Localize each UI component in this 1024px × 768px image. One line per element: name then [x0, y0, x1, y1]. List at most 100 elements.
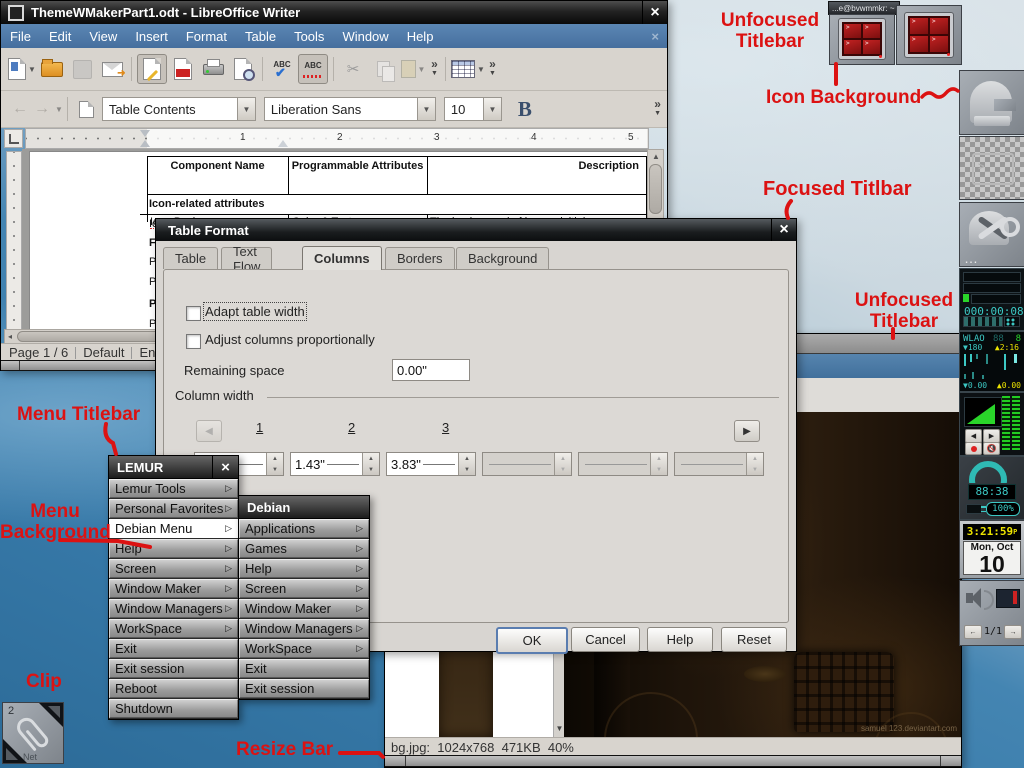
writer-titlebar[interactable]: ThemeWMakerPart1.odt - LibreOffice Write…: [1, 1, 667, 24]
insert-table-icon[interactable]: ▼: [451, 55, 485, 83]
remaining-space-field[interactable]: 0.00": [392, 359, 470, 381]
tab-text-flow[interactable]: Text Flow: [221, 247, 272, 269]
menu-tools[interactable]: Tools: [285, 29, 333, 44]
print-preview-icon[interactable]: [229, 55, 257, 83]
dialog-close-button[interactable]: ×: [771, 219, 796, 241]
mixer-prev-button[interactable]: ◀: [965, 429, 982, 443]
indent-marker-bottom[interactable]: [140, 140, 150, 147]
edit-file-icon[interactable]: [137, 54, 167, 84]
spin-down-icon[interactable]: ▼: [363, 464, 379, 475]
toolbar-overflow-button[interactable]: »▼: [654, 100, 661, 118]
lemur-item-help[interactable]: Help▷: [109, 539, 238, 559]
dialog-focused-titlebar[interactable]: Table Format ×: [156, 219, 796, 241]
spin-up-icon[interactable]: ▲: [267, 453, 283, 464]
menu-file[interactable]: File: [1, 29, 40, 44]
status-page-style[interactable]: Default: [83, 345, 124, 360]
debian-item-workspace[interactable]: WorkSpace▷: [239, 639, 369, 659]
workspace-prev-button[interactable]: ←: [964, 625, 982, 639]
debian-item-screen[interactable]: Screen▷: [239, 579, 369, 599]
paste-icon[interactable]: ▼: [399, 55, 427, 83]
mixer-volume-wedge[interactable]: [964, 397, 1002, 427]
debian-item-help[interactable]: Help▷: [239, 559, 369, 579]
debian-item-exit-session[interactable]: Exit session: [239, 679, 369, 699]
cut-icon[interactable]: ✂: [339, 55, 367, 83]
menu-help[interactable]: Help: [398, 29, 443, 44]
lemur-item-screen[interactable]: Screen▷: [109, 559, 238, 579]
dock-gnustep-icon[interactable]: [959, 70, 1024, 135]
workspace-clip[interactable]: 2 Net: [2, 702, 64, 764]
spin-up-icon[interactable]: ▲: [459, 453, 475, 464]
menu-window[interactable]: Window: [333, 29, 397, 44]
dock-gauge-dockapp[interactable]: 88:38 100%: [959, 456, 1024, 520]
columns-scroll-left-button[interactable]: ◀: [196, 420, 222, 442]
horizontal-ruler[interactable]: 1 2 3 4 5: [25, 128, 649, 149]
save-icon[interactable]: [68, 55, 96, 83]
dock-speaker-pager-dockapp[interactable]: ← 1/1 →: [959, 580, 1024, 646]
debian-item-applications[interactable]: Applications▷: [239, 519, 369, 539]
dock-clock-dockapp[interactable]: 3:21:59P Mon, Oct 10: [959, 520, 1024, 579]
spin-value[interactable]: 1.43": [291, 453, 362, 475]
debian-item-exit[interactable]: Exit: [239, 659, 369, 679]
workspace-next-button[interactable]: →: [1004, 625, 1022, 639]
status-language[interactable]: En: [139, 345, 155, 360]
back-icon[interactable]: ←: [12, 100, 28, 118]
dropdown-icon[interactable]: ▼: [55, 105, 63, 114]
window-menu-icon[interactable]: [8, 5, 24, 21]
debian-item-window-maker[interactable]: Window Maker▷: [239, 599, 369, 619]
tab-table[interactable]: Table: [163, 247, 218, 269]
reset-button[interactable]: Reset: [721, 627, 787, 652]
paragraph-style-combo[interactable]: Table Contents ▼: [102, 97, 256, 121]
apply-style-icon[interactable]: [73, 95, 101, 123]
debian-item-games[interactable]: Games▷: [239, 539, 369, 559]
debian-item-window-managers[interactable]: Window Managers▷: [239, 619, 369, 639]
dock-tools-icon[interactable]: …: [959, 202, 1024, 267]
adapt-table-width-checkbox[interactable]: [186, 306, 201, 321]
lemur-item-reboot[interactable]: Reboot: [109, 679, 238, 699]
tab-columns[interactable]: Columns: [302, 246, 382, 270]
writer-close-button[interactable]: ×: [642, 1, 667, 24]
indent-marker-top[interactable]: [140, 130, 150, 137]
combo-dropdown-icon[interactable]: ▼: [483, 98, 501, 120]
ruler-corner-button[interactable]: [4, 129, 23, 148]
scroll-up-icon[interactable]: ▲: [652, 152, 660, 161]
column-2-width-spinbox[interactable]: 1.43" ▲▼: [290, 452, 380, 476]
lemur-item-shutdown[interactable]: Shutdown: [109, 699, 238, 719]
mixer-mute-button[interactable]: 🔇: [983, 442, 1000, 455]
menu-insert[interactable]: Insert: [126, 29, 177, 44]
dock-radio-dockapp[interactable]: WLAO 88 8 ▼180 ▲2:16 ▼0.00 ▲0.00: [959, 331, 1024, 392]
spin-down-icon[interactable]: ▼: [459, 464, 475, 475]
indent-marker-right[interactable]: [278, 140, 288, 147]
lemur-menu-close-icon[interactable]: ×: [212, 456, 238, 478]
adjust-columns-label[interactable]: Adjust columns proportionally: [205, 332, 375, 347]
timer-grid-button[interactable]: [1004, 316, 1020, 327]
print-icon[interactable]: [199, 55, 227, 83]
scroll-left-icon[interactable]: ◂: [8, 332, 12, 341]
lemur-item-exit[interactable]: Exit: [109, 639, 238, 659]
lemur-item-lemur-tools[interactable]: Lemur Tools▷: [109, 479, 238, 499]
dock-terminal-slot-icon[interactable]: >_: [959, 136, 1024, 200]
dropdown-icon[interactable]: ▼: [477, 65, 485, 74]
mixer-next-button[interactable]: ▶: [983, 429, 1000, 443]
ok-button[interactable]: OK: [496, 627, 568, 654]
auto-spellcheck-icon[interactable]: ABC: [298, 54, 328, 84]
document-close-icon[interactable]: ×: [651, 29, 659, 44]
viewer-resize-bar[interactable]: [385, 755, 961, 767]
lemur-item-personal-favorites[interactable]: Personal Favorites▷: [109, 499, 238, 519]
font-size-combo[interactable]: 10 ▼: [444, 97, 502, 121]
status-page[interactable]: Page 1 / 6: [9, 345, 68, 360]
help-button[interactable]: Help: [647, 627, 713, 652]
menu-view[interactable]: View: [80, 29, 126, 44]
column-3-width-spinbox[interactable]: 3.83" ▲▼: [386, 452, 476, 476]
menu-table[interactable]: Table: [236, 29, 285, 44]
tab-background[interactable]: Background: [456, 247, 549, 269]
toolbar-overflow-button[interactable]: »▼: [431, 60, 438, 78]
copy-icon[interactable]: [369, 55, 397, 83]
adjust-columns-checkbox[interactable]: [186, 334, 201, 349]
spin-down-icon[interactable]: ▼: [267, 464, 283, 475]
dropdown-icon[interactable]: ▼: [28, 65, 36, 74]
bold-button[interactable]: B: [518, 97, 532, 122]
vertical-ruler[interactable]: [6, 151, 22, 331]
miniwindow-terminal-icon[interactable]: [896, 5, 962, 65]
tab-borders[interactable]: Borders: [385, 247, 455, 269]
export-pdf-icon[interactable]: [169, 55, 197, 83]
